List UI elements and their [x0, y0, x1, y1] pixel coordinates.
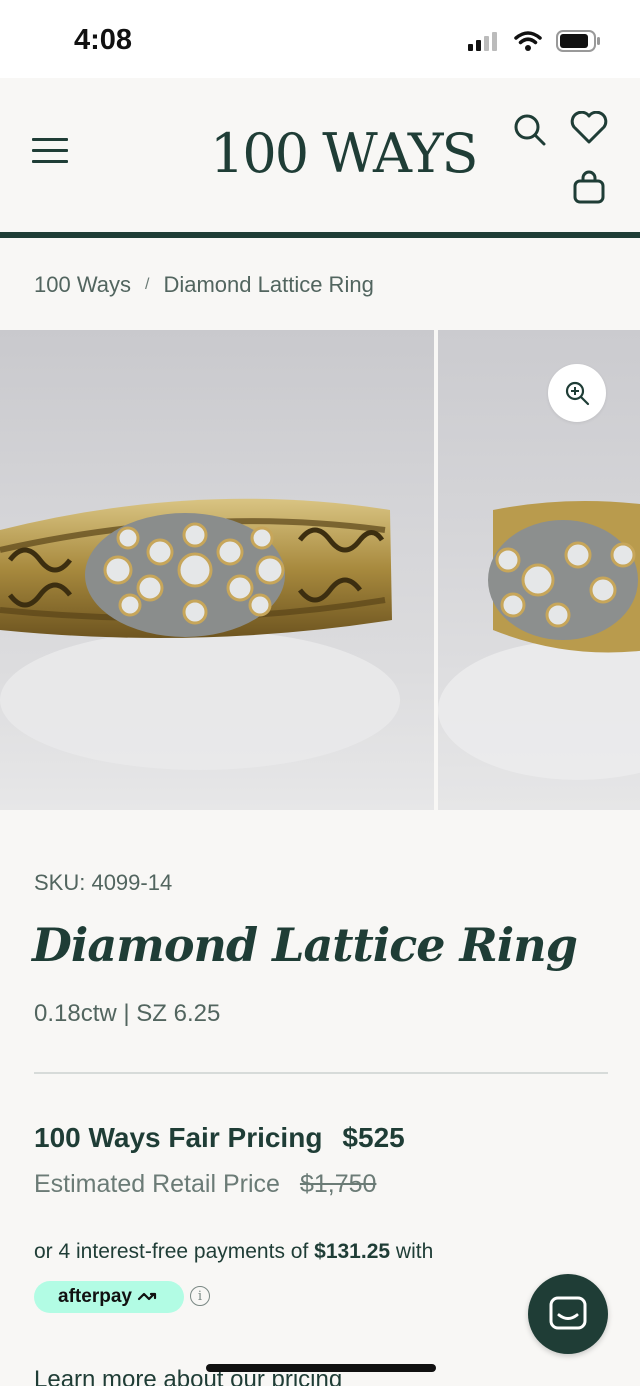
hamburger-line	[32, 149, 68, 152]
product-image-main[interactable]	[0, 330, 434, 810]
product-title: Diamond Lattice Ring	[32, 918, 578, 972]
hamburger-line	[32, 138, 68, 141]
breadcrumb-current: Diamond Lattice Ring	[163, 272, 374, 297]
search-icon[interactable]	[512, 112, 548, 148]
fair-price-label: 100 Ways Fair Pricing	[34, 1122, 323, 1153]
battery-icon	[556, 30, 600, 52]
shopping-bag-icon[interactable]	[573, 170, 605, 204]
chat-button[interactable]	[528, 1274, 608, 1354]
breadcrumb-separator: /	[145, 276, 150, 293]
afterpay-label: afterpay	[58, 1286, 132, 1307]
chat-icon	[549, 1296, 587, 1330]
section-divider	[34, 1072, 608, 1074]
product-image-secondary[interactable]	[438, 330, 640, 810]
site-logo[interactable]: 100 WAYS	[210, 122, 478, 185]
home-indicator	[206, 1364, 436, 1372]
zoom-button[interactable]	[548, 364, 606, 422]
fair-price-value: $525	[342, 1122, 405, 1153]
retail-price-row: Estimated Retail Price $1,750	[34, 1170, 376, 1199]
product-spec: 0.18ctw | SZ 6.25	[34, 1000, 221, 1027]
fair-price-row: 100 Ways Fair Pricing $525	[34, 1122, 405, 1154]
retail-price-value: $1,750	[299, 1170, 377, 1198]
ring-image-angle	[438, 501, 640, 780]
hamburger-line	[32, 160, 68, 163]
product-gallery[interactable]	[0, 330, 640, 810]
header-divider	[0, 232, 640, 238]
wifi-icon	[514, 31, 542, 51]
product-sku: SKU: 4099-14	[34, 870, 173, 895]
status-time: 4:08	[74, 24, 133, 56]
ring-image	[0, 498, 400, 770]
status-bar: 4:08	[0, 0, 640, 78]
afterpay-badge[interactable]: afterpay	[34, 1281, 184, 1313]
installment-suffix: with	[390, 1240, 434, 1263]
signal-icon	[468, 32, 497, 51]
breadcrumb-home-link[interactable]: 100 Ways	[34, 272, 131, 298]
menu-button[interactable]	[32, 138, 70, 168]
afterpay-arrows-icon	[137, 1292, 157, 1301]
installment-prefix: or 4 interest-free payments of	[34, 1240, 315, 1263]
heart-icon[interactable]	[570, 111, 608, 145]
zoom-in-icon	[565, 381, 590, 406]
breadcrumb: 100 Ways / Diamond Lattice Ring	[34, 272, 374, 298]
info-icon[interactable]: i	[190, 1286, 210, 1306]
site-header: 100 WAYS	[0, 78, 640, 232]
installment-amount: $131.25	[314, 1240, 391, 1263]
status-icons	[468, 30, 600, 52]
installment-text: or 4 interest-free payments of $131.25 w…	[34, 1240, 433, 1264]
retail-price-label: Estimated Retail Price	[34, 1170, 280, 1198]
